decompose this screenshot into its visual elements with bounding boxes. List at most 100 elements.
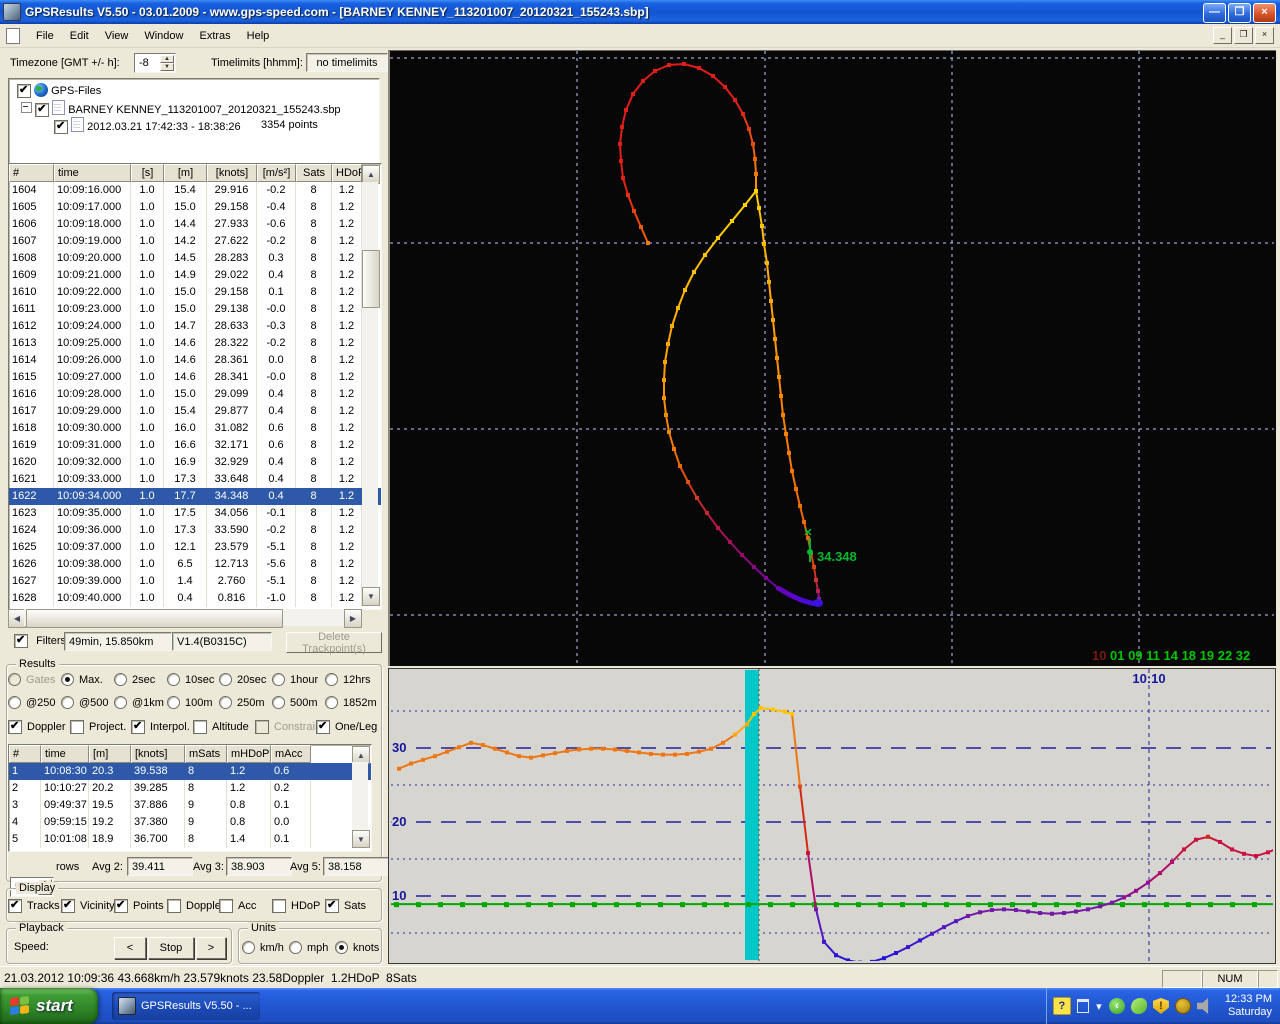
- timezone-spinner[interactable]: -8 ▲▼: [134, 53, 176, 73]
- checkbox-icon[interactable]: [61, 899, 75, 913]
- table-row[interactable]: 161110:09:23.0001.015.029.138-0.081.2: [9, 301, 381, 318]
- scroll-thumb[interactable]: [362, 250, 380, 308]
- radio-icon[interactable]: [8, 696, 21, 709]
- table-row[interactable]: 160810:09:20.0001.014.528.2830.381.2: [9, 250, 381, 267]
- menu-view[interactable]: View: [97, 27, 137, 45]
- table-row[interactable]: 409:59:1519.237.38090.80.0: [9, 814, 371, 831]
- table-row[interactable]: 162310:09:35.0001.017.534.056-0.181.2: [9, 505, 381, 522]
- radio-icon[interactable]: [61, 696, 74, 709]
- tree-item-session[interactable]: 2012.03.21 17:42:33 - 18:38:26: [54, 117, 241, 134]
- checkbox-points[interactable]: Points: [114, 899, 164, 913]
- window-restore-icon[interactable]: [1077, 999, 1089, 1013]
- help-icon[interactable]: ?: [1053, 997, 1071, 1015]
- mdi-restore-button[interactable]: ❐: [1234, 27, 1253, 44]
- menu-file[interactable]: File: [28, 27, 62, 45]
- checkbox-hdop[interactable]: HDoP: [272, 899, 320, 913]
- radio-icon[interactable]: [61, 673, 74, 686]
- playback-stop-button[interactable]: Stop: [148, 937, 194, 959]
- window-titlebar[interactable]: GPSResults V5.50 - 03.01.2009 - www.gps-…: [0, 0, 1280, 24]
- menu-window[interactable]: Window: [136, 27, 191, 45]
- checkbox-project[interactable]: Project.: [70, 720, 126, 734]
- radio-500m[interactable]: 500m: [272, 696, 318, 709]
- checkbox-acc[interactable]: Acc: [219, 899, 256, 913]
- mdi-close-button[interactable]: ×: [1255, 27, 1274, 44]
- avg3-field[interactable]: 38.903: [226, 857, 292, 876]
- radio-icon[interactable]: [272, 696, 285, 709]
- timelimits-field[interactable]: no timelimits: [306, 53, 388, 72]
- checkbox-icon[interactable]: [114, 899, 128, 913]
- scroll-down-icon[interactable]: ▼: [362, 587, 380, 606]
- checkbox-icon[interactable]: [8, 720, 22, 734]
- taskbar-task-gpsresults[interactable]: GPSResults V5.50 - ...: [112, 992, 260, 1020]
- menu-edit[interactable]: Edit: [62, 27, 97, 45]
- close-button[interactable]: ×: [1253, 3, 1276, 23]
- restore-button[interactable]: ❐: [1228, 3, 1251, 23]
- table-row[interactable]: 161610:09:28.0001.015.029.0990.481.2: [9, 386, 381, 403]
- radio-knots[interactable]: knots: [335, 941, 379, 954]
- table-row[interactable]: 160410:09:16.0001.015.429.916-0.281.2: [9, 182, 381, 199]
- radio-icon[interactable]: [167, 673, 180, 686]
- radio-max[interactable]: Max.: [61, 673, 103, 686]
- radio-icon[interactable]: [8, 673, 21, 686]
- table-row[interactable]: 160610:09:18.0001.014.427.933-0.681.2: [9, 216, 381, 233]
- firmware-version-field[interactable]: V1.4(B0315C): [172, 632, 272, 651]
- radio-20sec[interactable]: 20sec: [219, 673, 266, 686]
- minimize-button[interactable]: ―: [1203, 3, 1226, 23]
- mdi-minimize-button[interactable]: _: [1213, 27, 1232, 44]
- table-row[interactable]: 161810:09:30.0001.016.031.0820.681.2: [9, 420, 381, 437]
- radio-icon[interactable]: [219, 696, 232, 709]
- table-row[interactable]: 161710:09:29.0001.015.429.8770.481.2: [9, 403, 381, 420]
- radio-icon[interactable]: [325, 696, 338, 709]
- checkbox-icon[interactable]: [8, 899, 22, 913]
- leaf-icon[interactable]: [1131, 998, 1147, 1014]
- start-button[interactable]: start: [0, 988, 98, 1024]
- delete-trackpoints-button[interactable]: Delete Trackpoint(s): [286, 632, 382, 653]
- checkbox-altitude[interactable]: Altitude: [193, 720, 249, 734]
- table-row[interactable]: 510:01:0818.936.70081.40.1: [9, 831, 371, 848]
- table-row[interactable]: 162210:09:34.0001.017.734.3480.481.2: [9, 488, 381, 505]
- checkbox-icon[interactable]: [325, 899, 339, 913]
- table-row[interactable]: 161510:09:27.0001.014.628.341-0.081.2: [9, 369, 381, 386]
- radio-2sec[interactable]: 2sec: [114, 673, 155, 686]
- radio-250[interactable]: @250: [8, 696, 56, 709]
- playback-prev-button[interactable]: <: [114, 937, 146, 959]
- avg5-field[interactable]: 38.158: [323, 857, 389, 876]
- table-header-row[interactable]: #time[m][knots]mSatsmHDoPmAcc: [9, 745, 371, 763]
- table-row[interactable]: 162810:09:40.0001.00.40.816-1.081.2: [9, 590, 381, 607]
- checkbox-doppler[interactable]: Doppler: [167, 899, 225, 913]
- filters-checkbox[interactable]: Filters: [14, 634, 66, 648]
- checkbox-one-leg[interactable]: One/Leg: [316, 720, 377, 734]
- radio-icon[interactable]: [242, 941, 255, 954]
- taskbar-clock[interactable]: 12:33 PM Saturday: [1225, 993, 1272, 1019]
- checkbox-icon[interactable]: [255, 720, 269, 734]
- radio-1852m[interactable]: 1852m: [325, 696, 377, 709]
- tree-item-file[interactable]: BARNEY KENNEY_113201007_20120321_155243.…: [21, 100, 341, 117]
- radio-icon[interactable]: [167, 696, 180, 709]
- menu-extras[interactable]: Extras: [191, 27, 238, 45]
- radio-icon[interactable]: [219, 673, 232, 686]
- table-row[interactable]: 309:49:3719.537.88690.80.1: [9, 797, 371, 814]
- results-table-scrollbar[interactable]: ▲ ▼: [352, 746, 368, 848]
- radio-mph[interactable]: mph: [289, 941, 328, 954]
- checkbox-icon[interactable]: [70, 720, 84, 734]
- tree-item-root[interactable]: GPS-Files: [17, 83, 101, 98]
- scroll-right-icon[interactable]: ▶: [344, 609, 362, 628]
- track-map[interactable]: 34.3481001 09 11 14 18 19 22 32: [388, 50, 1276, 666]
- checkbox-icon[interactable]: [54, 120, 68, 134]
- trackpoint-table[interactable]: #time[s][m][knots][m/s²]SatsHDoP160410:0…: [8, 163, 382, 610]
- radio-icon[interactable]: [289, 941, 302, 954]
- security-shield-icon[interactable]: !: [1153, 998, 1169, 1014]
- checkbox-icon[interactable]: [316, 720, 330, 734]
- radio-500[interactable]: @500: [61, 696, 109, 709]
- radio-1km[interactable]: @1km: [114, 696, 164, 709]
- trackpoint-table-scrollbar[interactable]: ▲ ▼: [362, 165, 378, 606]
- table-row[interactable]: 210:10:2720.239.28581.20.2: [9, 780, 371, 797]
- radio-12hrs[interactable]: 12hrs: [325, 673, 371, 686]
- table-row[interactable]: 161910:09:31.0001.016.632.1710.681.2: [9, 437, 381, 454]
- table-row[interactable]: 161410:09:26.0001.014.628.3610.081.2: [9, 352, 381, 369]
- table-row[interactable]: 161310:09:25.0001.014.628.322-0.281.2: [9, 335, 381, 352]
- radio-10sec[interactable]: 10sec: [167, 673, 214, 686]
- radio-1hour[interactable]: 1hour: [272, 673, 318, 686]
- checkbox-interpol[interactable]: Interpol.: [131, 720, 190, 734]
- checkbox-tracks[interactable]: Tracks: [8, 899, 60, 913]
